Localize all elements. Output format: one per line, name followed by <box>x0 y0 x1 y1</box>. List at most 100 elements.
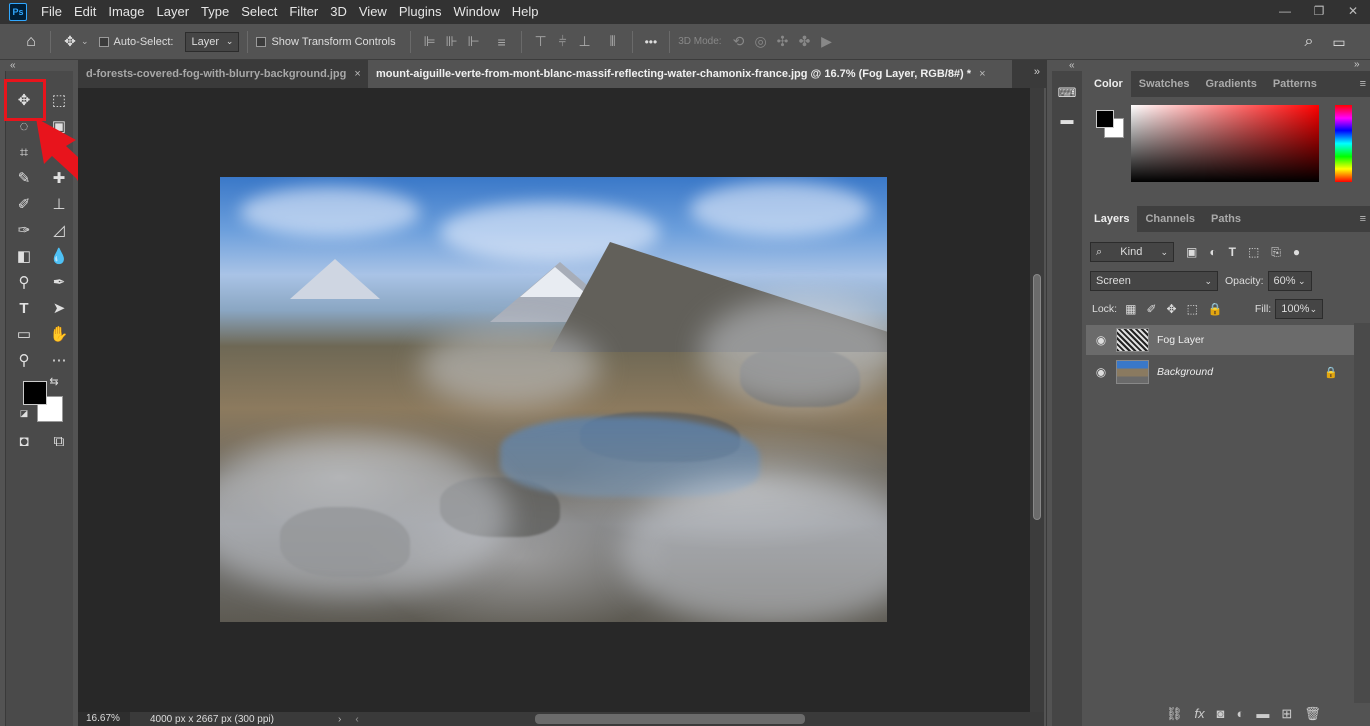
close-icon[interactable]: × <box>979 68 985 80</box>
comments-panel-icon[interactable]: ▬ <box>1054 108 1080 130</box>
menu-select[interactable]: Select <box>235 0 283 24</box>
marquee-tool-icon[interactable]: ⬚ <box>46 89 72 111</box>
search-icon[interactable]: ⌕ <box>1298 31 1320 53</box>
auto-select-checkbox[interactable] <box>98 36 109 47</box>
tab-paths[interactable]: Paths <box>1203 206 1249 232</box>
align-bottom-icon[interactable]: ⊥ <box>574 31 596 53</box>
type-tool-icon[interactable]: T <box>11 297 37 319</box>
foreground-color-swatch[interactable] <box>23 381 47 405</box>
align-middle-icon[interactable]: ⫩ <box>552 31 574 53</box>
document-tab-active[interactable]: mount-aiguille-verte-from-mont-blanc-mas… <box>368 60 1012 88</box>
lock-artboard-icon[interactable]: ⬚ <box>1187 302 1198 316</box>
menu-view[interactable]: View <box>353 0 393 24</box>
default-colors-icon[interactable]: ◪ <box>17 407 31 419</box>
menu-3d[interactable]: 3D <box>324 0 353 24</box>
menu-type[interactable]: Type <box>195 0 235 24</box>
smart-object-filter-icon[interactable]: ⎘ <box>1271 245 1281 260</box>
collapse-icon[interactable]: « <box>10 60 16 71</box>
vertical-scrollbar[interactable] <box>1030 88 1044 712</box>
tab-color[interactable]: Color <box>1086 71 1131 97</box>
workspace-icon[interactable]: ▭ <box>1328 31 1350 53</box>
blur-tool-icon[interactable]: 💧 <box>46 245 72 267</box>
show-transform-checkbox[interactable] <box>256 36 267 47</box>
3d-pan-icon[interactable]: ✣ <box>772 31 794 53</box>
auto-select-checkbox-group[interactable]: Auto-Select: <box>98 36 173 48</box>
chevron-down-icon[interactable]: ⌄ <box>81 36 89 47</box>
type-filter-icon[interactable]: T <box>1229 245 1236 259</box>
tab-patterns[interactable]: Patterns <box>1265 71 1325 97</box>
zoom-level[interactable]: 16.67% <box>78 712 130 726</box>
screen-mode-icon[interactable]: ⧉ <box>46 430 72 452</box>
visibility-eye-icon[interactable]: ◉ <box>1086 333 1116 347</box>
link-layers-icon[interactable]: ⛓ <box>1166 706 1183 722</box>
lock-all-icon[interactable]: 🔒 <box>1208 302 1223 316</box>
lock-pixels-icon[interactable]: ✐ <box>1146 302 1156 316</box>
align-center-icon[interactable]: ⊪ <box>441 31 463 53</box>
hue-slider[interactable] <box>1335 105 1352 182</box>
canvas-image[interactable] <box>220 177 887 622</box>
layer-row-fog-layer[interactable]: ◉ Fog Layer <box>1086 325 1354 355</box>
menu-layer[interactable]: Layer <box>151 0 196 24</box>
hand-tool-icon[interactable]: ✋ <box>46 323 72 345</box>
new-layer-icon[interactable]: ⊞ <box>1281 706 1292 722</box>
close-icon[interactable]: × <box>354 68 360 80</box>
foreground-color-swatch[interactable] <box>1096 110 1114 128</box>
color-picker-field[interactable] <box>1131 105 1319 182</box>
align-left-icon[interactable]: ⊫ <box>419 31 441 53</box>
blend-mode-dropdown[interactable]: Screen ⌄ <box>1090 271 1218 291</box>
history-panel-icon[interactable]: ⌨ <box>1054 82 1080 104</box>
minimize-button[interactable]: — <box>1268 0 1302 22</box>
quick-mask-icon[interactable]: ◘ <box>11 430 37 452</box>
more-tools-icon[interactable]: ⋯ <box>46 349 72 371</box>
more-tabs-icon[interactable]: » <box>1034 66 1040 78</box>
delete-layer-icon[interactable]: 🗑 <box>1304 706 1321 722</box>
menu-help[interactable]: Help <box>506 0 545 24</box>
tab-gradients[interactable]: Gradients <box>1197 71 1264 97</box>
opacity-input[interactable]: 60% ⌄ <box>1267 271 1312 291</box>
image-filter-icon[interactable]: ▣ <box>1186 245 1197 259</box>
pen-tool-icon[interactable]: ✒ <box>46 271 72 293</box>
scroll-thumb[interactable] <box>1033 274 1041 520</box>
collapse-icon[interactable]: » <box>1354 59 1360 70</box>
3d-orbit-icon[interactable]: ⟲ <box>728 31 750 53</box>
swap-colors-icon[interactable]: ⇆ <box>46 374 62 388</box>
tab-channels[interactable]: Channels <box>1137 206 1203 232</box>
align-top-icon[interactable]: ⊤ <box>530 31 552 53</box>
layers-scrollbar[interactable] <box>1354 323 1370 703</box>
lock-transparent-icon[interactable]: ▦ <box>1125 302 1136 316</box>
fx-icon[interactable]: fx <box>1195 706 1205 722</box>
auto-select-dropdown[interactable]: Layer ⌄ <box>185 31 240 52</box>
3d-slide-icon[interactable]: ✤ <box>794 31 816 53</box>
panel-menu-icon[interactable]: ≡ <box>1360 213 1366 225</box>
horizontal-scroll-thumb[interactable] <box>535 714 805 724</box>
panel-menu-icon[interactable]: ≡ <box>1360 78 1366 90</box>
menu-plugins[interactable]: Plugins <box>393 0 448 24</box>
visibility-eye-icon[interactable]: ◉ <box>1086 365 1116 379</box>
menu-window[interactable]: Window <box>447 0 505 24</box>
fill-input[interactable]: 100% ⌄ <box>1275 299 1324 319</box>
tab-layers[interactable]: Layers <box>1086 206 1138 232</box>
adjustment-filter-icon[interactable]: ◐ <box>1209 245 1216 259</box>
show-transform-group[interactable]: Show Transform Controls <box>256 36 396 48</box>
distribute-vertical-icon[interactable]: ⦀ <box>602 31 624 53</box>
adjustment-layer-icon[interactable]: ◐ <box>1237 706 1245 722</box>
3d-camera-icon[interactable]: ▶ <box>816 31 838 53</box>
new-group-icon[interactable]: ▬ <box>1256 706 1269 722</box>
tab-swatches[interactable]: Swatches <box>1131 71 1198 97</box>
menu-filter[interactable]: Filter <box>283 0 324 24</box>
path-select-icon[interactable]: ➤ <box>46 297 72 319</box>
home-icon[interactable]: ⌂ <box>20 31 42 53</box>
document-tab[interactable]: d-forests-covered-fog-with-blurry-backgr… <box>78 60 368 88</box>
distribute-icon[interactable]: ≡ <box>491 31 513 53</box>
shape-filter-icon[interactable]: ⬚ <box>1248 245 1259 259</box>
3d-roll-icon[interactable]: ◎ <box>750 31 772 53</box>
menu-file[interactable]: File <box>35 0 68 24</box>
layer-kind-filter[interactable]: ⌕ Kind ⌄ <box>1090 242 1174 262</box>
menu-image[interactable]: Image <box>102 0 150 24</box>
eraser-tool-icon[interactable]: ◿ <box>46 219 72 241</box>
dodge-tool-icon[interactable]: ⚲ <box>11 271 37 293</box>
align-right-icon[interactable]: ⊩ <box>463 31 485 53</box>
gradient-tool-icon[interactable]: ◧ <box>11 245 37 267</box>
history-brush-icon[interactable]: ✑ <box>11 219 37 241</box>
close-window-button[interactable]: ✕ <box>1336 0 1370 22</box>
